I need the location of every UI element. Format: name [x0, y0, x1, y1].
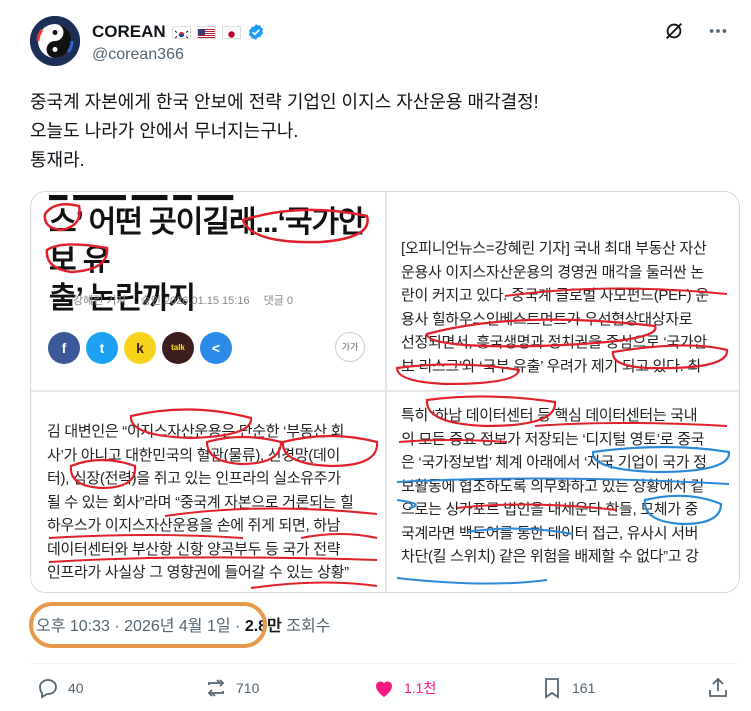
- text-line: 선정되면서, 흥국생명과 정치권을 중심으로 ‘국가안: [401, 334, 707, 351]
- yin-yang-logo-icon: [30, 16, 80, 66]
- clipped-headline-line: ━ ━━━ ━━ ━ ━━: [49, 192, 385, 204]
- text-line: 은 ‘국가정보법’ 체계 아래에서 ‘자국 기업이 국가 정: [401, 454, 707, 471]
- like-button[interactable]: 1.1천: [372, 676, 436, 700]
- text-line: 차단(킬 스위치) 같은 위험을 배제할 수 없다”고 강: [401, 548, 699, 565]
- divider: [30, 663, 738, 664]
- text-line: 사’가 아니고 대한민국의 혈관(물류), 신경망(데이: [47, 446, 340, 464]
- top-actions: [663, 20, 729, 42]
- share-button[interactable]: [706, 676, 730, 700]
- reply-count: 40: [68, 680, 84, 696]
- south-korea-flag-icon: [171, 25, 191, 39]
- kakaostory-share-icon[interactable]: k: [124, 332, 156, 364]
- text-line: 의 모든 중요 정보가 저장되는 ‘디지털 영토’로 중국: [401, 430, 705, 448]
- post-text: 중국계 자본에게 한국 안보에 전략 기업인 이지스 자산운용 매각결정! 오늘…: [30, 88, 539, 175]
- reply-button[interactable]: 40: [36, 676, 84, 700]
- annotation-oval: [29, 602, 267, 648]
- font-size-button[interactable]: 가가: [335, 332, 365, 362]
- text-line: 데이터센터와 부산항 신항 양곡부두 등 국가 전략: [47, 540, 341, 558]
- article-meta: 강혜린 기자 승인 2026.01.15 15:16 댓글 0: [73, 292, 293, 308]
- upload-share-icon: [709, 677, 727, 697]
- action-bar: 40 710 1.1천 161: [0, 676, 751, 706]
- views-label: 조회수: [281, 618, 331, 635]
- repost-icon: [207, 679, 225, 697]
- article-headline-pane: ━ ━━━ ━━ ━ ━━ 스’ 어떤 곳이길래...‘국가안보 유 출’ 논란…: [31, 192, 385, 390]
- text-line: 보활동에 협조하도록 의무화하고 있는 상황에서 겉: [401, 477, 704, 495]
- text-line: 란이 커지고 있다. 중국계 글로벌 사모펀드(PEF) 운: [401, 287, 709, 304]
- bookmark-button[interactable]: 161: [540, 676, 595, 700]
- reply-icon: [39, 679, 57, 699]
- media-image-collage[interactable]: ━ ━━━ ━━ ━ ━━ 스’ 어떤 곳이길래...‘국가안보 유 출’ 논란…: [30, 191, 740, 593]
- bookmark-icon: [545, 678, 559, 699]
- japan-flag-icon: [221, 25, 241, 39]
- article-paragraph: 특히 ‘하남 데이터센터 등 핵심 데이터센터는 국내 의 모든 중요 정보가 …: [401, 404, 707, 569]
- text-line: 터), 심장(전력)을 쥐고 있는 인프라의 실소유주가: [47, 470, 341, 487]
- text-line: 인프라가 사실상 그 영향권에 들어갈 수 있는 상황”: [47, 564, 349, 581]
- text-line: 하우스가 이지스자산운용을 손에 쥐게 되면, 하남: [47, 517, 341, 534]
- text-line: 김 대변인은 “이지스자산운용은 단순한 ‘부동산 회: [47, 423, 345, 440]
- usa-flag-icon: [196, 25, 216, 39]
- article-body-top-right: [오피니언뉴스=강혜린 기자] 국내 최대 부동산 자산 운용사 이지스자산운용…: [387, 192, 739, 390]
- post-line: 통재라.: [30, 150, 85, 170]
- text-line: 국계라면 백도어를 통한 데이터 접근, 유사시 서버: [401, 524, 699, 542]
- repost-count: 710: [236, 680, 260, 696]
- bookmark-count: 161: [572, 680, 596, 696]
- text-line: 으로는 싱가포르 법인을 내세운다 한들, 모체가 중: [401, 501, 699, 518]
- kakaotalk-share-icon[interactable]: talk: [162, 332, 194, 364]
- collage-divider-vertical: [385, 192, 387, 592]
- grok-icon[interactable]: [663, 20, 685, 42]
- text-line: 될 수 있는 회사”라며 “중국계 자본으로 거론되는 힐: [47, 493, 354, 511]
- collage-divider-horizontal: [31, 390, 739, 392]
- text-line: 보 리스크’와 ‘국부 유출’ 우려가 제기 되고 있다. 최: [401, 357, 701, 375]
- comments-count: 댓글 0: [263, 295, 294, 307]
- author-name-row: COREAN: [92, 22, 265, 42]
- article-paragraph: [오피니언뉴스=강혜린 기자] 국내 최대 부동산 자산 운용사 이지스자산운용…: [401, 237, 709, 378]
- article-paragraph: 김 대변인은 “이지스자산운용은 단순한 ‘부동산 회 사’가 아니고 대한민국…: [47, 420, 354, 585]
- share-icon[interactable]: <: [200, 332, 232, 364]
- reporter-label: 강혜린 기자: [73, 295, 127, 307]
- twitter-share-icon[interactable]: t: [86, 332, 118, 364]
- avatar[interactable]: [30, 16, 80, 66]
- text-line: [오피니언뉴스=강혜린 기자] 국내 최대 부동산 자산: [401, 240, 707, 257]
- facebook-share-icon[interactable]: f: [48, 332, 80, 364]
- article-body-bottom-left: 김 대변인은 “이지스자산운용은 단순한 ‘부동산 회 사’가 아니고 대한민국…: [31, 392, 385, 592]
- author-name[interactable]: COREAN: [92, 22, 166, 42]
- verified-badge-icon: [248, 24, 263, 40]
- share-buttons: f t k talk <: [48, 332, 232, 364]
- publish-date: 승인 2026.01.15 15:16: [140, 295, 250, 307]
- text-line: 용사 힐하우스인베스트먼트가 우선협상대상자로: [401, 310, 693, 328]
- article-body-bottom-right: 특히 ‘하남 데이터센터 등 핵심 데이터센터는 국내 의 모든 중요 정보가 …: [387, 392, 739, 592]
- text-line: 특히 ‘하남 데이터센터 등 핵심 데이터센터는 국내: [401, 407, 698, 424]
- like-count: 1.1천: [404, 680, 437, 696]
- text-line: 운용사 이지스자산운용의 경영권 매각을 둘러싼 논: [401, 263, 704, 281]
- post-line: 오늘도 나라가 안에서 무너지는구나.: [30, 121, 299, 141]
- heart-icon: [376, 681, 392, 697]
- author-handle[interactable]: @corean366: [92, 46, 184, 64]
- post-line: 중국계 자본에게 한국 안보에 전략 기업인 이지스 자산운용 매각결정!: [30, 92, 539, 112]
- more-options-icon[interactable]: [707, 20, 729, 42]
- repost-button[interactable]: 710: [204, 676, 259, 700]
- headline-line-1: 스’ 어떤 곳이길래...‘국가안보 유: [49, 206, 366, 277]
